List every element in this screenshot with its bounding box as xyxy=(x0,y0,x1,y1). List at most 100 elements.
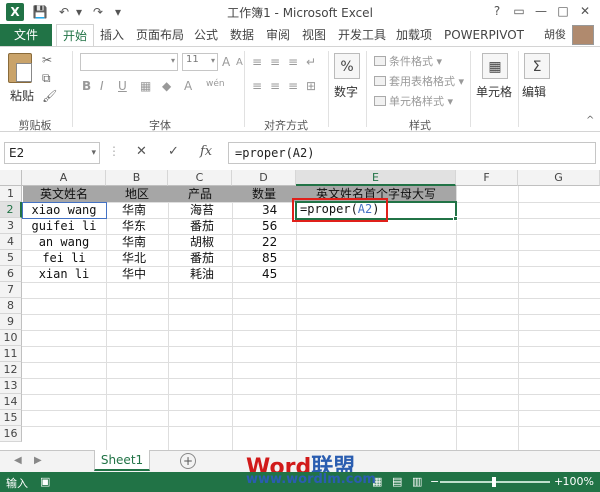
align-bottom-icon[interactable]: ≡ xyxy=(288,55,298,69)
tab-powerpivot[interactable]: POWERPIVOT xyxy=(444,24,524,46)
tab-home[interactable]: 开始 xyxy=(56,24,95,47)
align-center-icon[interactable]: ≡ xyxy=(270,79,280,93)
editing-icon[interactable]: Σ xyxy=(524,53,550,79)
add-sheet-icon[interactable]: + xyxy=(180,453,196,469)
tab-view[interactable]: 视图 xyxy=(302,24,326,46)
column-header-a[interactable]: A xyxy=(22,170,106,186)
table-cell[interactable]: 华中 xyxy=(122,266,168,282)
maximize-icon[interactable]: □ xyxy=(552,2,574,20)
insert-function-icon[interactable]: fx xyxy=(200,144,212,159)
close-icon[interactable]: ✕ xyxy=(574,2,596,20)
row-header[interactable]: 7 xyxy=(0,282,22,298)
row-header[interactable]: 6 xyxy=(0,266,22,282)
table-cell[interactable]: 番茄 xyxy=(190,218,232,234)
table-cell[interactable]: 华北 xyxy=(122,250,168,266)
row-header[interactable]: 11 xyxy=(0,346,22,362)
table-cell[interactable]: 45 xyxy=(262,266,296,282)
table-cell[interactable]: guifei li xyxy=(22,218,106,234)
column-header-g[interactable]: G xyxy=(518,170,600,186)
conditional-formatting-button[interactable]: 条件格式 ▾ xyxy=(374,53,442,69)
tab-add-ins[interactable]: 加载项 xyxy=(396,24,432,46)
table-cell[interactable]: 华南 xyxy=(122,234,168,250)
fill-handle[interactable] xyxy=(453,216,458,221)
cancel-icon[interactable]: ✕ xyxy=(136,144,147,159)
wrap-text-icon[interactable]: ↵ xyxy=(306,55,316,69)
table-cell[interactable]: 番茄 xyxy=(190,250,232,266)
column-header-f[interactable]: F xyxy=(456,170,518,186)
bold-button[interactable]: B xyxy=(82,79,91,93)
row-header[interactable]: 4 xyxy=(0,234,22,250)
merge-cells-icon[interactable]: ⊞ xyxy=(306,79,316,93)
row-header[interactable]: 10 xyxy=(0,330,22,346)
table-cell[interactable]: 85 xyxy=(262,250,296,266)
paste-icon[interactable] xyxy=(8,53,32,83)
tab-data[interactable]: 数据 xyxy=(230,24,254,46)
underline-button[interactable]: U xyxy=(118,79,127,93)
select-all-corner[interactable] xyxy=(0,170,22,186)
paste-button-label[interactable]: 粘贴 xyxy=(10,87,34,104)
tab-developer[interactable]: 开发工具 xyxy=(338,24,386,46)
phonetic-icon[interactable]: wén xyxy=(206,79,225,89)
formula-input[interactable]: =proper(A2) xyxy=(228,142,596,164)
header-cell-quantity[interactable]: 数量 xyxy=(232,186,296,202)
tab-review[interactable]: 审阅 xyxy=(266,24,290,46)
tab-page-layout[interactable]: 页面布局 xyxy=(136,24,184,46)
number-button-label[interactable]: 数字 xyxy=(334,83,358,100)
macro-record-icon[interactable]: ▣ xyxy=(40,475,50,488)
row-header[interactable]: 2 xyxy=(0,202,22,218)
cell-styles-button[interactable]: 单元格样式 ▾ xyxy=(374,93,453,109)
ribbon-display-icon[interactable]: ▭ xyxy=(508,2,530,20)
sheet-nav-next-icon[interactable]: ▶ xyxy=(34,455,42,466)
zoom-slider-knob[interactable] xyxy=(492,477,496,487)
table-cell[interactable]: xian li xyxy=(22,266,106,282)
page-break-view-icon[interactable]: ▥ xyxy=(412,475,422,488)
sheet-nav-prev-icon[interactable]: ◀ xyxy=(14,455,22,466)
table-cell[interactable]: 华东 xyxy=(122,218,168,234)
row-header[interactable]: 12 xyxy=(0,362,22,378)
column-header-c[interactable]: C xyxy=(168,170,232,186)
fill-color-icon[interactable]: ◆ xyxy=(162,79,171,93)
row-header[interactable]: 1 xyxy=(0,186,22,202)
cells-button-label[interactable]: 单元格 xyxy=(476,83,512,100)
collapse-ribbon-icon[interactable]: ^ xyxy=(586,115,594,126)
row-header[interactable]: 16 xyxy=(0,426,22,442)
format-painter-icon[interactable]: 🖌 xyxy=(42,89,57,103)
cut-icon[interactable]: ✂ xyxy=(42,53,52,67)
header-cell-name[interactable]: 英文姓名 xyxy=(22,186,106,202)
table-cell[interactable]: 耗油 xyxy=(190,266,232,282)
worksheet-grid[interactable]: A B C D E F G 1 2 3 4 5 6 7 8 9 10 11 12… xyxy=(0,170,600,450)
grow-font-icon[interactable]: A xyxy=(222,55,230,69)
align-right-icon[interactable]: ≡ xyxy=(288,79,298,93)
shrink-font-icon[interactable]: A xyxy=(236,57,243,68)
tab-insert[interactable]: 插入 xyxy=(100,24,124,46)
align-left-icon[interactable]: ≡ xyxy=(252,79,262,93)
avatar[interactable] xyxy=(572,25,594,45)
row-header[interactable]: 3 xyxy=(0,218,22,234)
table-cell[interactable]: 56 xyxy=(262,218,296,234)
table-cell[interactable]: 海苔 xyxy=(190,202,232,218)
italic-button[interactable]: I xyxy=(100,79,104,93)
number-format-icon[interactable]: % xyxy=(334,53,360,79)
help-icon[interactable]: ? xyxy=(486,2,508,20)
minimize-icon[interactable]: — xyxy=(530,2,552,20)
page-layout-view-icon[interactable]: ▤ xyxy=(392,475,402,488)
tab-formulas[interactable]: 公式 xyxy=(194,24,218,46)
column-header-d[interactable]: D xyxy=(232,170,296,186)
column-header-b[interactable]: B xyxy=(106,170,168,186)
row-header[interactable]: 15 xyxy=(0,410,22,426)
sheet-tab-sheet1[interactable]: Sheet1 xyxy=(94,450,150,471)
row-header[interactable]: 8 xyxy=(0,298,22,314)
row-header[interactable]: 9 xyxy=(0,314,22,330)
table-cell[interactable]: fei li xyxy=(22,250,106,266)
cells-icon[interactable]: ▦ xyxy=(482,53,508,79)
font-size-combo[interactable]: 11 ▾ xyxy=(182,53,218,71)
font-color-icon[interactable]: A xyxy=(184,79,192,93)
format-as-table-button[interactable]: 套用表格格式 ▾ xyxy=(374,73,464,89)
table-cell[interactable]: 华南 xyxy=(122,202,168,218)
enter-icon[interactable]: ✓ xyxy=(168,144,179,159)
row-header[interactable]: 14 xyxy=(0,394,22,410)
copy-icon[interactable]: ⧉ xyxy=(42,71,51,86)
header-cell-product[interactable]: 产品 xyxy=(168,186,232,202)
column-header-e[interactable]: E xyxy=(296,170,456,186)
row-header[interactable]: 5 xyxy=(0,250,22,266)
